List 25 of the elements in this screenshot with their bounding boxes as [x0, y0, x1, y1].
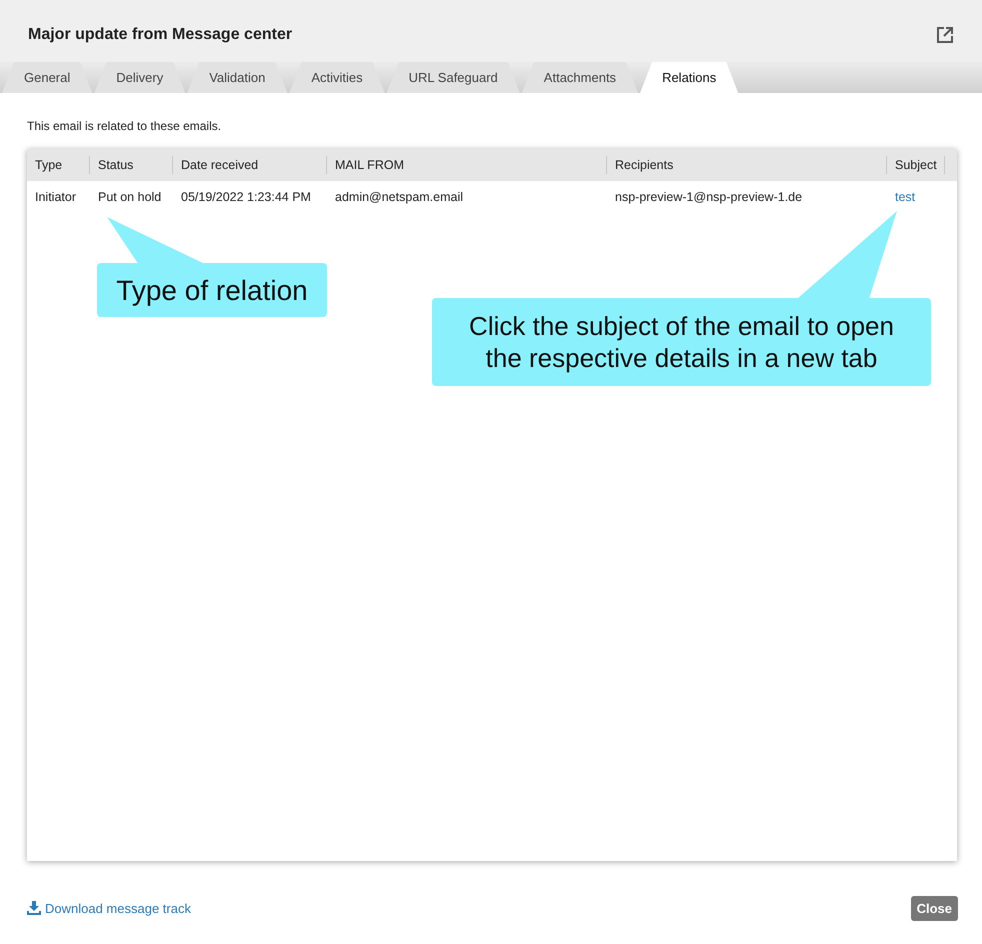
- column-header[interactable]: Subject: [887, 156, 945, 174]
- intro-text: This email is related to these emails.: [27, 119, 222, 133]
- table-cell-text: 05/19/2022 1:23:44 PM: [180, 190, 312, 204]
- tab[interactable]: URL Safeguard: [386, 62, 520, 93]
- table-cell-text: Initiator: [34, 190, 77, 204]
- column-header[interactable]: MAIL FROM: [327, 156, 607, 174]
- column-header[interactable]: Recipients: [607, 156, 887, 174]
- column-header[interactable]: Date received: [173, 156, 327, 174]
- table-cell-text: nsp-preview-1@nsp-preview-1.de: [614, 190, 804, 204]
- column-header[interactable]: Status: [90, 156, 173, 174]
- external-link-icon[interactable]: [936, 26, 954, 44]
- window-title: Major update from Message center: [28, 26, 292, 44]
- download-icon: [27, 901, 41, 915]
- tab[interactable]: Attachments: [522, 62, 638, 93]
- tab[interactable]: General: [2, 62, 92, 93]
- subject-link[interactable]: test: [887, 190, 945, 204]
- tab[interactable]: Validation: [187, 62, 288, 93]
- table-cell-text: admin@netspam.email: [334, 190, 464, 204]
- table-cell-text: Put on hold: [97, 190, 162, 204]
- tab[interactable]: Delivery: [94, 62, 186, 93]
- column-header[interactable]: Type: [27, 156, 90, 174]
- download-link[interactable]: Download message track: [27, 900, 191, 916]
- tab[interactable]: Relations: [640, 62, 738, 93]
- close-button[interactable]: Close: [910, 896, 958, 920]
- tab[interactable]: Activities: [289, 62, 385, 93]
